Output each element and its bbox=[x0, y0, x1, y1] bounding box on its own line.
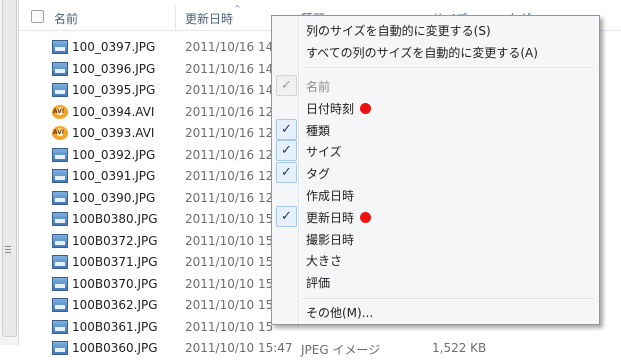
file-date-modified: 2011/10/10 15 bbox=[185, 276, 274, 291]
menu-item-label: 日付時刻 bbox=[306, 101, 355, 116]
file-name: 100_0391.JPG bbox=[72, 169, 156, 183]
file-name: 100_0392.JPG bbox=[72, 147, 156, 162]
file-date-modified: 2011/10/10 15:47 bbox=[185, 341, 293, 355]
checkmark-icon: ✓ bbox=[276, 140, 297, 162]
file-name: 100_0396.JPG bbox=[72, 61, 156, 76]
menu-item-column-toggle[interactable]: 評価 bbox=[274, 271, 596, 293]
file-name: 100_0393.AVI bbox=[72, 126, 155, 140]
menu-item-column-toggle[interactable]: ✓ サイズ bbox=[274, 140, 596, 162]
menu-item-column-toggle: ✓ 名前 bbox=[274, 75, 596, 97]
file-name: 100B0372.JPG bbox=[72, 233, 158, 248]
file-name: 100_0395.JPG bbox=[72, 83, 156, 97]
menu-item-label: 更新日時 bbox=[306, 210, 355, 225]
menu-item-label: タグ bbox=[306, 167, 331, 182]
menu-item-column-toggle[interactable]: 日付時刻 bbox=[274, 97, 596, 119]
image-file-icon bbox=[52, 169, 68, 183]
menu-item-label: サイズ bbox=[306, 145, 342, 160]
menu-item-label: 名前 bbox=[306, 80, 331, 94]
image-file-icon bbox=[52, 61, 68, 76]
file-date-modified: 2011/10/16 12 bbox=[185, 104, 274, 119]
red-marker-dot-icon bbox=[360, 211, 371, 223]
menu-item-column-toggle[interactable]: ✓ 種類 bbox=[274, 118, 596, 141]
file-date-modified: 2011/10/16 14 bbox=[185, 40, 274, 54]
menu-item-column-toggle[interactable]: ✓ タグ bbox=[274, 162, 596, 184]
menu-item-label: 撮影日時 bbox=[306, 232, 355, 247]
file-date-modified: 2011/10/16 12 bbox=[185, 147, 274, 162]
menu-item-column-toggle[interactable]: 大きさ bbox=[274, 249, 596, 271]
avi-file-icon bbox=[52, 126, 68, 140]
image-file-icon bbox=[52, 233, 68, 248]
menu-item-resize-all-columns[interactable]: すべての列のサイズを自動的に変更する(A) bbox=[274, 41, 596, 63]
menu-item-resize-column[interactable]: 列のサイズを自動的に変更する(S) bbox=[274, 19, 596, 41]
avi-file-icon bbox=[52, 104, 68, 119]
image-file-icon bbox=[52, 147, 68, 162]
file-date-modified: 2011/10/10 15 bbox=[185, 212, 274, 226]
file-name: 100B0371.JPG bbox=[72, 255, 158, 269]
menu-item-column-toggle[interactable]: 作成日時 bbox=[274, 184, 596, 206]
checkmark-icon: ✓ bbox=[276, 118, 297, 140]
image-file-icon bbox=[52, 298, 68, 312]
checkmark-icon: ✓ bbox=[276, 205, 297, 227]
file-date-modified: 2011/10/16 12 bbox=[185, 126, 274, 140]
menu-separator bbox=[302, 67, 594, 69]
file-name: 100_0390.JPG bbox=[72, 190, 156, 205]
image-file-icon bbox=[52, 40, 68, 54]
column-divider[interactable] bbox=[175, 4, 176, 30]
image-file-icon bbox=[52, 255, 68, 269]
image-file-icon bbox=[52, 276, 68, 291]
checkmark-icon: ✓ bbox=[276, 75, 297, 96]
menu-item-label: 作成日時 bbox=[306, 189, 355, 203]
file-date-modified: 2011/10/16 12 bbox=[185, 190, 274, 205]
file-date-modified: 2011/10/10 15 bbox=[185, 298, 274, 312]
file-date-modified: 2011/10/10 15 bbox=[185, 255, 274, 269]
red-marker-dot-icon bbox=[360, 102, 371, 114]
menu-item-label: 種類 bbox=[306, 123, 331, 138]
file-date-modified: 2011/10/16 12 bbox=[185, 169, 274, 183]
file-name: 100B0362.JPG bbox=[72, 298, 158, 312]
file-name: 100_0397.JPG bbox=[72, 40, 156, 54]
menu-item-column-toggle[interactable]: 撮影日時 bbox=[274, 228, 596, 250]
select-all-checkbox[interactable] bbox=[31, 10, 44, 23]
menu-item-column-toggle[interactable]: ✓ 更新日時 bbox=[274, 205, 596, 228]
image-file-icon bbox=[52, 83, 68, 97]
image-file-icon bbox=[52, 341, 68, 355]
scroll-grip-icon bbox=[5, 246, 11, 254]
column-header-name[interactable]: 名前 bbox=[54, 10, 78, 27]
menu-item-label: その他(M)... bbox=[306, 306, 374, 320]
file-name: 100B0360.JPG bbox=[72, 341, 158, 355]
sort-arrow-icon: ^ bbox=[234, 4, 241, 13]
column-context-menu: 列のサイズを自動的に変更する(S) すべての列のサイズを自動的に変更する(A) … bbox=[271, 15, 600, 325]
menu-item-more[interactable]: その他(M)... bbox=[274, 301, 596, 323]
menu-item-label: 大きさ bbox=[306, 254, 343, 269]
scrollbar-thumb[interactable] bbox=[2, 0, 17, 337]
file-type: JPEG イメージ bbox=[301, 343, 381, 357]
checkmark-icon: ✓ bbox=[276, 162, 297, 184]
menu-separator bbox=[302, 298, 594, 300]
image-file-icon bbox=[52, 212, 68, 226]
image-file-icon bbox=[52, 190, 68, 205]
left-scrollbar[interactable] bbox=[0, 0, 19, 345]
file-name: 100B0380.JPG bbox=[72, 212, 158, 226]
file-name: 100B0361.JPG bbox=[72, 319, 158, 334]
column-header-date-modified[interactable]: 更新日時 bbox=[185, 10, 233, 27]
image-file-icon bbox=[52, 319, 68, 334]
file-date-modified: 2011/10/10 15 bbox=[185, 319, 274, 334]
file-date-modified: 2011/10/10 15 bbox=[185, 233, 274, 248]
file-size: 1,522 KB bbox=[432, 341, 487, 355]
menu-item-label: 評価 bbox=[306, 276, 331, 291]
file-row[interactable]: 100B0360.JPG 2011/10/10 15:47 JPEG イメージ 1,5… bbox=[19, 338, 621, 360]
file-name: 100_0394.AVI bbox=[72, 104, 155, 119]
file-date-modified: 2011/10/16 14 bbox=[185, 83, 274, 97]
menu-item-label: すべての列のサイズを自動的に変更する(A) bbox=[306, 46, 538, 60]
menu-item-label: 列のサイズを自動的に変更する(S) bbox=[306, 24, 491, 38]
file-name: 100B0370.JPG bbox=[72, 276, 158, 291]
file-date-modified: 2011/10/16 14 bbox=[185, 61, 274, 76]
